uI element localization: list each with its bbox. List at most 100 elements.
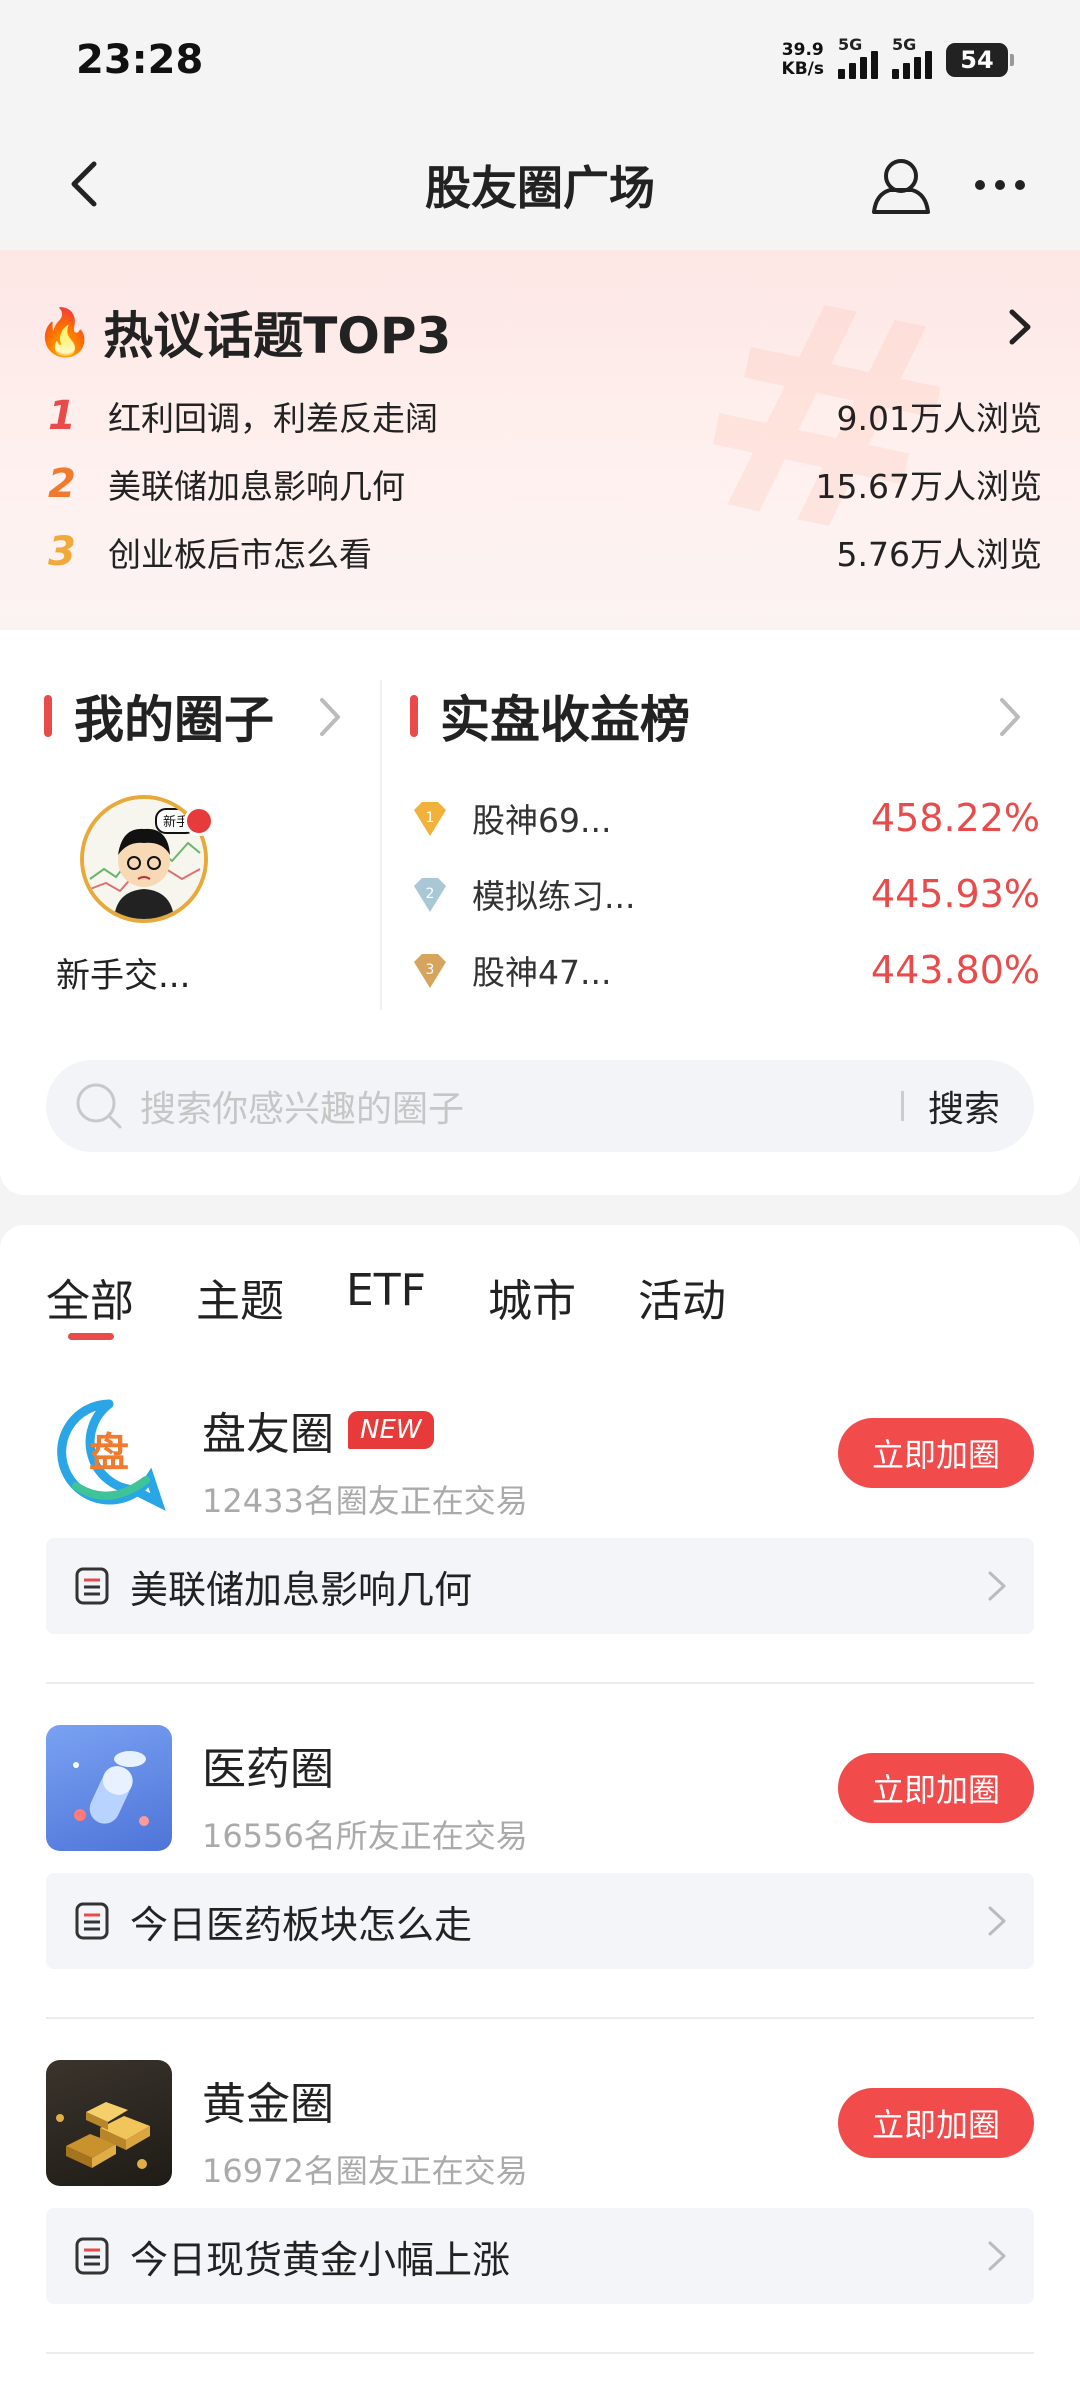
network-speed-value: 39.9 — [781, 40, 824, 60]
circle-post-link[interactable]: 美联储加息影响几何 — [46, 1538, 1034, 1634]
join-circle-button[interactable]: 立即加圈 — [838, 1418, 1034, 1488]
circle-search-bar[interactable]: 搜索你感兴趣的圈子 搜索 — [46, 1060, 1034, 1152]
circle-post-title: 美联储加息影响几何 — [130, 1567, 473, 1612]
circle-item: 黄金圈 16972名圈友正在交易 立即加圈 今日现货黄金小幅上涨 — [46, 2060, 1034, 2400]
divider — [46, 1682, 1034, 1684]
my-circle-header[interactable]: 我的圈子 — [44, 680, 274, 752]
join-circle-button[interactable]: 立即加圈 — [838, 1753, 1034, 1823]
tab-city[interactable]: 城市 — [488, 1265, 576, 1329]
chevron-right-icon — [988, 1906, 1006, 1936]
hot-topic-title: 红利回调，利差反走阔 — [108, 399, 438, 438]
tab-theme[interactable]: 主题 — [196, 1265, 284, 1329]
hot-topic-item[interactable]: 3 创业板后市怎么看 5.76万人浏览 — [48, 524, 1042, 580]
circle-title: 盘友圈 — [202, 1409, 334, 1460]
status-icons: 39.9 KB/s 5G 5G 54 — [782, 35, 1014, 79]
search-input[interactable]: 搜索你感兴趣的圈子 — [140, 1080, 901, 1132]
circle-title: 医药圈 — [202, 1744, 334, 1795]
svg-text:2: 2 — [426, 886, 435, 902]
ranking-user-name: 股神47... — [472, 953, 612, 992]
divider — [46, 2017, 1034, 2019]
circle-list-card: 全部 主题 ETF 城市 活动 盘 盘友圈 NEW 12433名圈友正在交易 立… — [0, 1225, 1080, 2400]
circle-post-title: 今日现货黄金小幅上涨 — [130, 2237, 511, 2282]
circle-name: 新手交... — [56, 956, 191, 996]
hot-topic-views: 9.01万人浏览 — [836, 399, 1042, 438]
circle-name[interactable]: 黄金圈 — [202, 2068, 334, 2132]
circle-member-count: 16556名所友正在交易 — [202, 1817, 528, 1855]
hot-topics-section: # 🔥 热议话题TOP3 1 红利回调，利差反走阔 9.01万人浏览 2 美联储… — [0, 250, 1080, 630]
tab-etf[interactable]: ETF — [346, 1265, 426, 1329]
ranking-item[interactable]: 1 股神69... 458.22% — [410, 788, 1040, 848]
bronze-diamond-badge-icon: 3 — [414, 954, 446, 988]
signal-label-2: 5G — [892, 35, 917, 54]
ranking-user-name: 模拟练习... — [472, 877, 636, 916]
section-marker — [410, 695, 418, 737]
search-icon — [76, 1083, 122, 1129]
unread-dot — [184, 806, 214, 836]
hot-topics-title: 热议话题TOP3 — [103, 307, 452, 365]
circle-post-link[interactable]: 今日医药板块怎么走 — [46, 1873, 1034, 1969]
divider — [380, 680, 382, 1010]
tab-all[interactable]: 全部 — [46, 1265, 134, 1340]
hot-topics-header[interactable]: 🔥 热议话题TOP3 — [36, 296, 451, 368]
circle-name[interactable]: 医药圈 — [202, 1733, 334, 1797]
more-icon[interactable] — [970, 160, 1030, 210]
category-tabs: 全部 主题 ETF 城市 活动 — [46, 1265, 726, 1340]
chevron-right-icon[interactable] — [1000, 302, 1040, 352]
medicine-circle-logo-icon[interactable] — [46, 1725, 172, 1851]
new-badge: NEW — [348, 1411, 434, 1449]
signal-icon: 5G — [892, 35, 932, 79]
circle-name[interactable]: 盘友圈 NEW — [202, 1398, 434, 1462]
silver-diamond-badge-icon: 2 — [414, 878, 446, 912]
circle-item: 盘 盘友圈 NEW 12433名圈友正在交易 立即加圈 美联储加息影响几何 — [46, 1390, 1034, 1730]
circle-post-title: 今日医药板块怎么走 — [130, 1902, 473, 1947]
circle-member-count: 12433名圈友正在交易 — [202, 1482, 528, 1520]
hot-topic-item[interactable]: 1 红利回调，利差反走阔 9.01万人浏览 — [48, 388, 1042, 444]
hot-topic-title: 美联储加息影响几何 — [108, 467, 405, 506]
ranking-return: 445.93% — [870, 872, 1040, 916]
battery-icon: 54 — [946, 43, 1014, 77]
tab-activity[interactable]: 活动 — [638, 1265, 726, 1329]
signal-icon: 5G — [838, 35, 878, 79]
user-icon[interactable] — [866, 150, 936, 220]
divider — [46, 2352, 1034, 2354]
gold-circle-logo-icon[interactable] — [46, 2060, 172, 2186]
ranking-return: 458.22% — [870, 796, 1040, 840]
section-marker — [44, 695, 52, 737]
network-speed: 39.9 KB/s — [782, 41, 824, 79]
hot-topic-item[interactable]: 2 美联储加息影响几何 15.67万人浏览 — [48, 456, 1042, 512]
ranking-header[interactable]: 实盘收益榜 — [410, 680, 690, 752]
hot-topic-rank: 2 — [48, 461, 76, 507]
nav-bar: 股友圈广场 — [0, 120, 1080, 250]
document-icon — [75, 1902, 109, 1940]
ranking-return: 443.80% — [870, 948, 1040, 992]
search-button[interactable]: 搜索 — [928, 1080, 1000, 1132]
ranking-item[interactable]: 3 股神47... 443.80% — [410, 940, 1040, 1000]
circle-title: 黄金圈 — [202, 2079, 334, 2130]
hot-topic-views: 15.67万人浏览 — [815, 467, 1042, 506]
svg-text:盘: 盘 — [89, 1430, 129, 1476]
signal-label-1: 5G — [838, 35, 863, 54]
chevron-right-icon[interactable] — [992, 692, 1028, 742]
divider — [900, 1091, 904, 1121]
chevron-right-icon[interactable] — [312, 692, 348, 742]
gold-diamond-badge-icon: 1 — [414, 802, 446, 836]
chevron-right-icon — [988, 2241, 1006, 2271]
page-title: 股友圈广场 — [425, 161, 655, 215]
hot-topic-rank: 1 — [48, 393, 76, 439]
panyou-circle-logo-icon[interactable]: 盘 — [46, 1390, 172, 1516]
svg-text:3: 3 — [426, 962, 435, 978]
document-icon — [75, 2237, 109, 2275]
ranking-title: 实盘收益榜 — [440, 691, 690, 749]
chevron-right-icon — [988, 1571, 1006, 1601]
hot-topic-title: 创业板后市怎么看 — [108, 535, 372, 574]
join-circle-button[interactable]: 立即加圈 — [838, 2088, 1034, 2158]
ranking-user-name: 股神69... — [472, 801, 612, 840]
my-circle-title: 我的圈子 — [74, 691, 274, 749]
hot-topic-rank: 3 — [48, 529, 76, 575]
status-bar: 23:28 39.9 KB/s 5G 5G 54 — [0, 0, 1080, 120]
back-arrow-icon[interactable] — [58, 154, 118, 214]
status-time: 23:28 — [76, 37, 204, 83]
circle-post-link[interactable]: 今日现货黄金小幅上涨 — [46, 2208, 1034, 2304]
hot-topic-views: 5.76万人浏览 — [836, 535, 1042, 574]
ranking-item[interactable]: 2 模拟练习... 445.93% — [410, 864, 1040, 924]
